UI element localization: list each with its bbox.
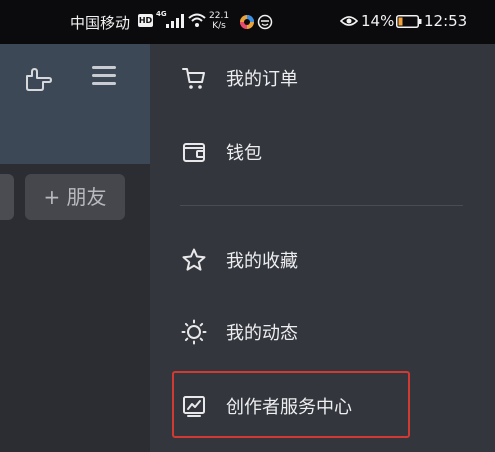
sun-icon	[180, 318, 208, 346]
wallet-icon	[180, 138, 208, 166]
wifi-icon	[188, 13, 206, 27]
face-notification-icon	[257, 14, 273, 30]
app-notification-icon	[240, 15, 254, 29]
speed-value: 22.1	[209, 11, 230, 21]
status-bar: 中国移动 HD 4G 22.1 K/s 14% 12:53	[0, 0, 495, 44]
eye-comfort-icon	[340, 16, 358, 26]
pointing-hand-icon[interactable]	[21, 62, 53, 94]
clock: 12:53	[424, 12, 468, 30]
signal-icon	[166, 14, 184, 28]
background-app-panel: + 朋友	[0, 44, 150, 452]
menu-item-label: 我的收藏	[226, 251, 298, 272]
menu-item-orders[interactable]: 我的订单	[180, 58, 298, 98]
highlight-box	[172, 371, 410, 438]
cart-icon	[180, 64, 208, 92]
battery-icon	[396, 15, 422, 28]
menu-item-label: 我的动态	[226, 323, 298, 344]
profile-banner	[0, 44, 150, 164]
add-friend-button[interactable]: + 朋友	[25, 174, 125, 220]
battery-percent: 14%	[361, 12, 395, 30]
menu-item-label: 我的订单	[226, 69, 298, 90]
side-drawer: 我的订单 钱包 我的收藏 我的动态 创作者服务中心	[150, 44, 495, 452]
menu-item-wallet[interactable]: 钱包	[180, 132, 262, 172]
star-icon	[180, 246, 208, 274]
menu-divider	[180, 205, 463, 206]
network-speed: 22.1 K/s	[209, 11, 229, 31]
menu-item-label: 钱包	[226, 143, 262, 164]
hamburger-menu-icon[interactable]	[92, 66, 116, 88]
hd-badge: HD	[138, 14, 153, 27]
menu-item-favorites[interactable]: 我的收藏	[180, 240, 298, 280]
menu-item-moments[interactable]: 我的动态	[180, 312, 298, 352]
speed-unit: K/s	[212, 21, 226, 31]
carrier-name: 中国移动	[70, 14, 131, 32]
left-tab-button[interactable]	[0, 174, 14, 220]
